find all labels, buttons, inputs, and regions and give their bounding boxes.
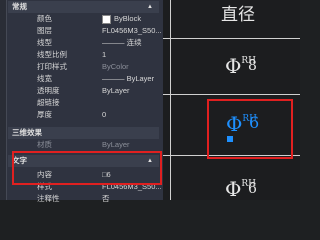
property-label: 注释性 (37, 194, 60, 203)
section-3d-title: 三维效果 (12, 128, 42, 137)
property-value-layer[interactable]: FL0456M3_S50... (102, 25, 162, 36)
rebar-size: 6 (248, 181, 257, 197)
table-header-text[interactable]: 直径 (221, 0, 255, 25)
property-value-transparency[interactable]: ByLayer (102, 85, 130, 96)
property-row-linetype-scale[interactable]: 线型比例 1 (12, 49, 162, 60)
panel-scrollbar[interactable] (0, 0, 7, 200)
property-label: 厚度 (37, 110, 52, 119)
property-value-linetype[interactable]: ——— 连续 (102, 37, 142, 48)
highlight-box-text-contents (12, 151, 162, 185)
diameter-symbol: Φ (225, 54, 242, 78)
property-label: 线型 (37, 38, 52, 47)
property-row-lineweight[interactable]: 线宽 ——— ByLayer (12, 73, 162, 84)
property-row-color[interactable]: 颜色 ByBlock (12, 13, 162, 24)
property-row-plot-style[interactable]: 打印样式 ByColor (12, 61, 162, 72)
property-label: 打印样式 (37, 62, 67, 71)
property-row-material[interactable]: 材质 ByLayer (12, 139, 162, 150)
property-value-thickness[interactable]: 0 (102, 109, 106, 120)
table-border-line (170, 0, 171, 200)
property-row-linetype[interactable]: 线型 ——— 连续 (12, 37, 162, 48)
rebar-size: 8 (248, 58, 257, 74)
property-label: 图层 (37, 26, 52, 35)
property-value-material[interactable]: ByLayer (102, 139, 130, 150)
highlight-box-selected-text (207, 99, 293, 159)
table-border-line (163, 38, 300, 39)
property-value-lineweight[interactable]: ——— ByLayer (102, 73, 154, 84)
property-row-annotative[interactable]: 注释性 否 (12, 193, 162, 204)
property-value-linetype-scale[interactable]: 1 (102, 49, 106, 60)
section-general-header[interactable]: 常规 ▲ (8, 1, 159, 13)
property-row-layer[interactable]: 图层 FL0456M3_S50... (12, 25, 162, 36)
property-row-hyperlink[interactable]: 超链接 (12, 97, 162, 108)
cad-text-diameter-row3[interactable]: ΦRH6 (225, 177, 265, 201)
drawing-canvas[interactable]: 直径 ΦRH8 ΦRH6 ΦRH6 (163, 0, 300, 201)
property-label: 材质 (37, 140, 52, 149)
property-label: 透明度 (37, 86, 60, 95)
property-label: 超链接 (37, 98, 60, 107)
property-value-text: ByBlock (114, 14, 142, 23)
cad-text-diameter-row1[interactable]: ΦRH8 (225, 54, 265, 78)
section-3d-header[interactable]: 三维效果 (8, 127, 159, 139)
properties-panel: 常规 ▲ 颜色 ByBlock 图层 FL0456M3_S50... 线型 ——… (0, 0, 163, 203)
property-row-thickness[interactable]: 厚度 0 (12, 109, 162, 120)
property-label: 颜色 (37, 14, 52, 23)
section-general-title: 常规 (12, 2, 27, 11)
property-label: 线型比例 (37, 50, 67, 59)
diameter-symbol: Φ (225, 177, 242, 201)
collapse-arrow-icon[interactable]: ▲ (147, 1, 153, 13)
property-value-plot-style: ByColor (102, 62, 129, 71)
property-label: 线宽 (37, 74, 52, 83)
color-swatch (102, 14, 111, 24)
property-value-color[interactable]: ByBlock (102, 13, 141, 24)
table-border-line (163, 94, 300, 95)
property-value-annotative[interactable]: 否 (102, 193, 110, 204)
property-row-transparency[interactable]: 透明度 ByLayer (12, 85, 162, 96)
